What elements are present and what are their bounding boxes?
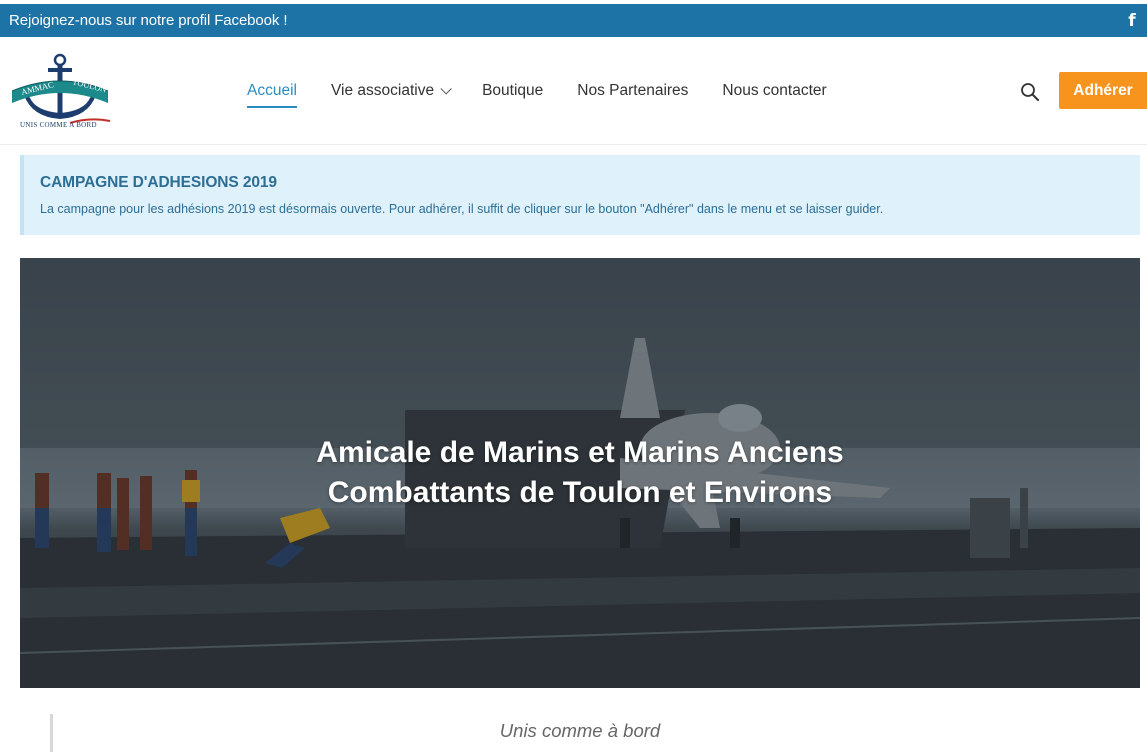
notice-text: La campagne pour les adhésions 2019 est … (40, 202, 884, 216)
site-header: AMMAC TOULON UNIS COMME A BORD Accueil V… (0, 37, 1147, 145)
search-icon[interactable] (1020, 82, 1040, 102)
hero-title-line1: Amicale de Marins et Marins Anciens (316, 436, 844, 469)
nav-label: Accueil (247, 82, 297, 99)
top-bar: Rejoignez-nous sur notre profil Facebook… (0, 4, 1147, 37)
nav-item-partenaires[interactable]: Nos Partenaires (577, 82, 688, 100)
nav-label: Nos Partenaires (577, 82, 689, 99)
site-logo[interactable]: AMMAC TOULON (10, 51, 114, 131)
logo-text-right: TOULON (72, 76, 108, 94)
nav-item-accueil[interactable]: Accueil (247, 82, 297, 108)
hero-title: Amicale de Marins et Marins Anciens Comb… (20, 433, 1140, 513)
motto-quote: Unis comme à bord (499, 720, 661, 741)
nav-item-boutique[interactable]: Boutique (482, 82, 543, 100)
facebook-promo-link[interactable]: Rejoignez-nous sur notre profil Facebook… (9, 12, 288, 29)
hero-title-line2: Combattants de Toulon et Environs (327, 476, 833, 509)
notice-title: CAMPAGNE D'ADHESIONS 2019 (40, 174, 277, 191)
main-nav: Accueil Vie associative Boutique Nos Par… (247, 82, 861, 108)
logo-text-left: AMMAC (20, 79, 55, 97)
membership-notice: CAMPAGNE D'ADHESIONS 2019 La campagne po… (20, 155, 1140, 235)
chevron-down-icon (440, 83, 452, 95)
adherer-button[interactable]: Adhérer (1059, 72, 1147, 109)
nav-item-contact[interactable]: Nous contacter (722, 82, 826, 100)
facebook-icon[interactable]: f (1125, 11, 1139, 31)
nav-label: Vie associative (330, 82, 435, 99)
logo-motto: UNIS COMME A BORD (20, 121, 97, 129)
nav-label: Nous contacter (722, 82, 827, 99)
nav-item-vie-associative[interactable]: Vie associative (330, 82, 452, 100)
hero-banner: Amicale de Marins et Marins Anciens Comb… (20, 258, 1140, 688)
nav-label: Boutique (482, 82, 544, 99)
